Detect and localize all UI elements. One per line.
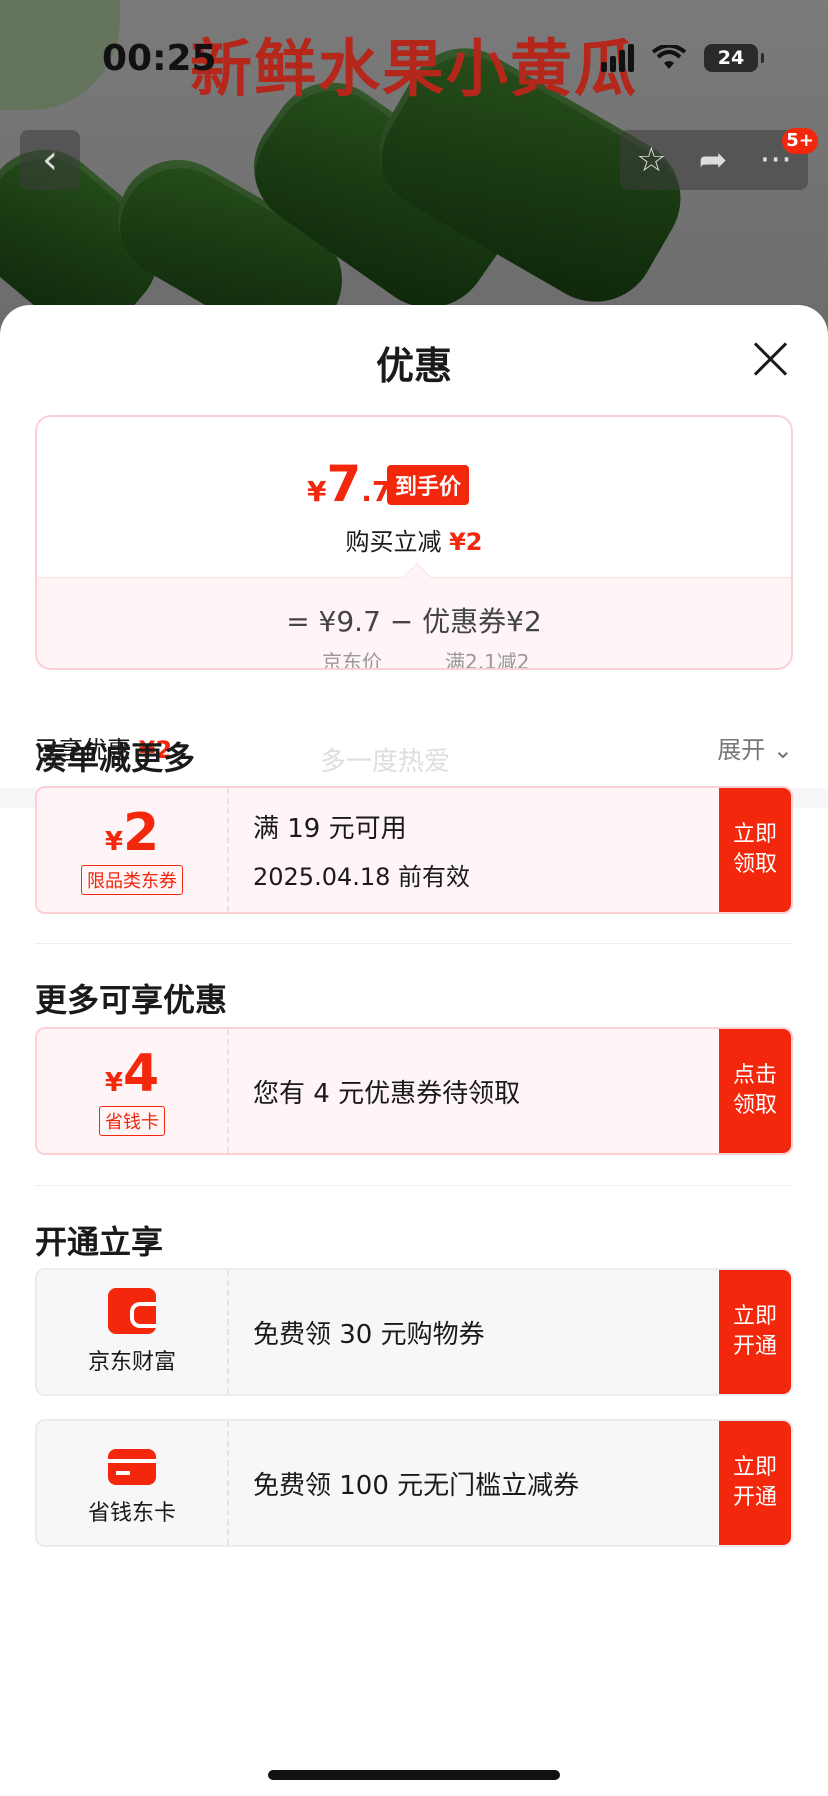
star-icon[interactable]: ☆ [636,140,666,180]
notification-badge: 5+ [782,128,818,154]
price-integer: 7 [326,455,362,513]
coupon-condition-label: 满2.1减2 [445,650,530,670]
currency-symbol: ¥ [307,475,327,508]
jd-wealth-offer[interactable]: 京东财富 免费领 30 元购物券 立即 开通 [35,1268,793,1396]
coupon-type-chip: 省钱卡 [99,1106,165,1136]
offer-description: 免费领 30 元购物券 [253,1319,485,1350]
close-icon[interactable] [752,341,788,377]
offer-description: 免费领 100 元无门槛立减券 [253,1470,580,1501]
card-icon [108,1449,156,1485]
status-time: 00:25 [102,38,217,79]
battery-icon: 24 [704,44,764,72]
instant-discount: 购买立减 ¥2 [37,522,791,557]
claim-button[interactable]: 点击 领取 [719,1029,791,1153]
price-card: ¥ 7 .7 到手价 购买立减 ¥2 = ¥9.7 − 优惠券¥2 京东价 满2… [35,415,793,670]
sheet-title: 优惠 [375,344,452,388]
brand-label: 京东财富 [87,1350,176,1375]
home-indicator[interactable] [268,1770,560,1780]
status-icons: 24 [601,44,764,72]
cellular-signal-icon [601,44,634,72]
price-formula: = ¥9.7 − 优惠券¥2 [286,605,542,638]
coupon-value: 2 [122,803,160,863]
claim-button[interactable]: 立即 领取 [719,788,791,912]
top-actions: ☆ ➦ ··· [620,130,808,190]
discount-sheet: 优惠 ¥ 7 .7 到手价 购买立减 ¥2 = ¥9.7 − 优惠券¥2 京东价… [0,305,828,1796]
chevron-left-icon: ‹ [42,137,58,183]
divider [35,1185,793,1186]
coupon-description: 您有 4 元优惠券待领取 [253,1078,521,1109]
wifi-icon [652,45,686,69]
price-tag: 到手价 [387,465,470,505]
brand-label: 省钱东卡 [87,1501,176,1526]
savings-card-offer[interactable]: 省钱东卡 免费领 100 元无门槛立减券 立即 开通 [35,1419,793,1547]
wallet-icon [108,1288,156,1334]
coupon-amount: ¥ 4 [105,1046,159,1102]
jd-price-label: 京东价 [322,650,382,670]
coupon-value: 4 [122,1044,160,1104]
currency-symbol: ¥ [104,1068,123,1098]
expand-button[interactable]: 展开 ⌄ [717,730,793,765]
currency-symbol: ¥ [104,827,123,857]
coupon-amount: ¥ 2 [105,805,159,861]
divider [35,943,793,944]
price-breakdown: = ¥9.7 − 优惠券¥2 京东价 满2.1减2 [37,577,791,670]
coupon-condition: 满 19 元可用 [253,814,407,844]
final-price: ¥ 7 .7 [307,455,391,513]
section-title-open: 开通立享 [35,1223,164,1261]
section-title-bundle: 凑单减更多 [35,739,196,777]
activate-button[interactable]: 立即 开通 [719,1270,791,1394]
coupon-expiry: 2025.04.18 前有效 [253,863,471,891]
section-title-more: 更多可享优惠 [35,981,228,1019]
share-icon[interactable]: ➦ [699,140,728,180]
coupon-card[interactable]: ¥ 2 限品类东券 满 19 元可用 2025.04.18 前有效 立即 领取 [35,786,793,914]
coupon-type-chip: 限品类东券 [81,865,183,895]
watermark-text: 多一度热爱 [320,747,451,777]
instant-value: ¥2 [449,528,483,556]
activate-button[interactable]: 立即 开通 [719,1421,791,1545]
savings-card-coupon[interactable]: ¥ 4 省钱卡 您有 4 元优惠券待领取 点击 领取 [35,1027,793,1155]
back-button[interactable]: ‹ [20,130,80,190]
instant-label: 购买立减 [345,528,442,556]
